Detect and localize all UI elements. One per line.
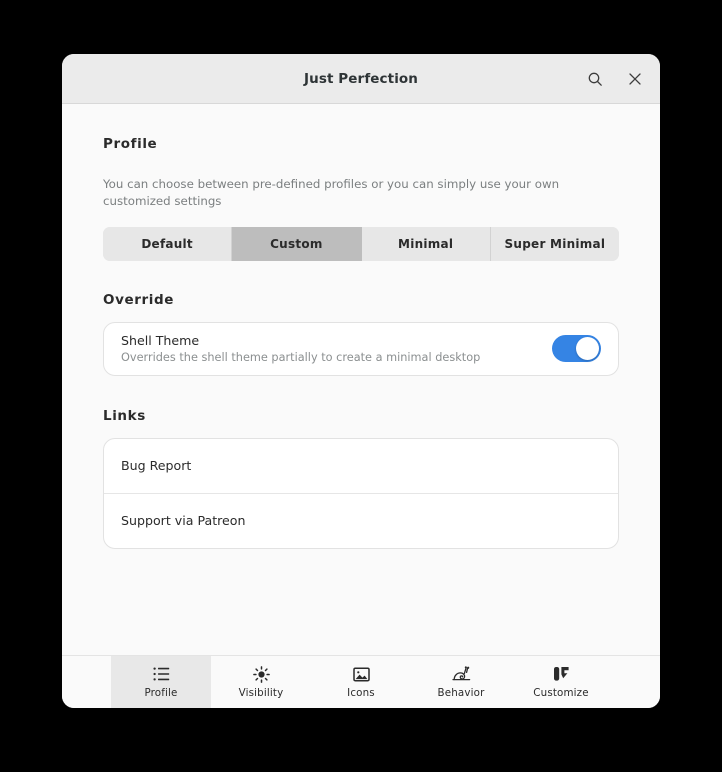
tab-icons[interactable]: Icons [311, 656, 411, 708]
tab-visibility[interactable]: Visibility [211, 656, 311, 708]
tab-visibility-label: Visibility [238, 686, 284, 699]
links-section-heading: Links [103, 407, 146, 424]
tab-icons-label: Icons [347, 686, 375, 699]
links-card: Bug Report Support via Patreon [103, 437, 619, 549]
profile-option-custom[interactable]: Custom [232, 226, 362, 261]
tab-profile-label: Profile [144, 686, 178, 699]
brightness-icon [252, 665, 270, 683]
profile-section-heading: Profile [103, 136, 158, 152]
tab-profile[interactable]: Profile [111, 656, 211, 708]
override-card: Shell Theme Overrides the shell theme pa… [103, 321, 619, 376]
close-button[interactable] [620, 64, 650, 94]
snail-icon [451, 666, 471, 683]
shell-theme-row[interactable]: Shell Theme Overrides the shell theme pa… [104, 323, 618, 375]
bug-report-label: Bug Report [121, 458, 192, 473]
profile-option-minimal[interactable]: Minimal [361, 226, 491, 261]
override-section-heading: Override [103, 291, 174, 308]
header-actions [580, 54, 650, 103]
toggle-knob [576, 337, 599, 360]
window-headerbar: Just Perfection [62, 54, 660, 104]
bottom-tabbar: Profile Visibility Icons Behavior Custom… [62, 655, 660, 708]
profile-option-super-minimal[interactable]: Super Minimal [490, 226, 619, 261]
profile-selector[interactable]: Default Custom Minimal Super Minimal [103, 226, 619, 261]
close-icon [628, 72, 642, 86]
image-icon [352, 666, 370, 683]
tab-behavior-label: Behavior [437, 686, 485, 699]
tab-behavior[interactable]: Behavior [411, 656, 511, 708]
support-patreon-text: Support via Patreon [121, 503, 601, 538]
tab-customize[interactable]: Customize [511, 656, 611, 708]
shell-theme-toggle[interactable] [552, 335, 601, 362]
paint-icon [553, 666, 570, 683]
settings-content: Profile You can choose between pre-defin… [62, 104, 660, 655]
shell-theme-title: Shell Theme [121, 332, 200, 348]
shell-theme-subtitle: Overrides the shell theme partially to c… [121, 350, 481, 364]
tab-customize-label: Customize [533, 686, 589, 699]
search-button[interactable] [580, 64, 610, 94]
window-title: Just Perfection [303, 70, 419, 87]
support-patreon-label: Support via Patreon [121, 513, 246, 528]
list-icon [152, 666, 170, 683]
link-row-support-patreon[interactable]: Support via Patreon [104, 492, 618, 548]
profile-section-description: You can choose between pre-defined profi… [103, 177, 560, 208]
just-perfection-window: Just Perfection Profile You can choose b… [62, 54, 660, 708]
shell-theme-text: Shell Theme Overrides the shell theme pa… [121, 323, 552, 375]
profile-option-default[interactable]: Default [103, 226, 233, 261]
bug-report-text: Bug Report [121, 448, 601, 483]
link-row-bug-report[interactable]: Bug Report [104, 439, 618, 493]
search-icon [587, 71, 603, 87]
